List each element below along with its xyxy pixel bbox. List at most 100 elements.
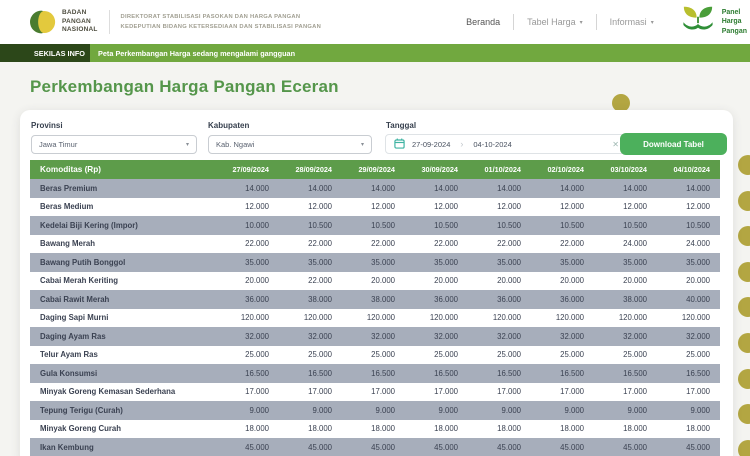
price-cell: 45.000 — [686, 442, 710, 452]
price-cell: 25.000 — [686, 350, 710, 360]
commodity-name: Gula Konsumsi — [40, 368, 98, 378]
price-cell: 38.000 — [623, 294, 647, 304]
price-cell: 17.000 — [308, 387, 332, 397]
nav-item-tabel-harga[interactable]: Tabel Harga ▾ — [514, 17, 596, 27]
price-cell: 9.000 — [375, 405, 395, 415]
price-cell: 12.000 — [308, 202, 332, 212]
price-cell: 25.000 — [497, 350, 521, 360]
date-start-value: 27-09-2024 — [412, 139, 451, 149]
table-row: Bawang Putih Bonggol 35.000 35.000 35.000 35… — [30, 253, 720, 272]
nav-item-label: Beranda — [466, 17, 501, 27]
price-cell: 14.000 — [497, 183, 521, 193]
price-cell: 120.000 — [429, 313, 458, 323]
price-cell: 10.500 — [560, 220, 584, 230]
price-cell: 35.000 — [497, 257, 521, 267]
table-row: Cabai Merah Keriting 20.000 22.000 20.000 20… — [30, 271, 720, 290]
price-cell: 16.500 — [245, 368, 269, 378]
price-table-body: Beras Premium 14.000 14.000 14.000 14.000 14.… — [30, 179, 720, 456]
chevron-down-icon: ▾ — [360, 142, 364, 148]
price-cell: 14.000 — [371, 183, 395, 193]
price-cell: 16.500 — [497, 368, 521, 378]
price-cell: 10.500 — [434, 220, 458, 230]
date-column-header: 28/09/2024 — [279, 160, 342, 179]
price-cell: 32.000 — [560, 331, 584, 341]
commodity-name: Tepung Terigu (Curah) — [40, 405, 123, 415]
main-nav: Beranda Tabel Harga ▾ Informasi ▾ — [453, 14, 667, 30]
price-cell: 16.500 — [686, 368, 710, 378]
table-row: Beras Medium 12.000 12.000 12.000 12.000 12.0… — [30, 197, 720, 216]
price-cell: 45.000 — [623, 442, 647, 452]
price-cell: 25.000 — [371, 350, 395, 360]
table-row: Minyak Goreng Kemasan Sederhana 17.000 17.… — [30, 382, 720, 401]
provinsi-label: Provinsi — [31, 121, 63, 130]
price-cell: 120.000 — [240, 313, 269, 323]
ticker-label: SEKILAS INFO — [0, 44, 90, 62]
price-cell: 9.000 — [249, 405, 269, 415]
price-cell: 18.000 — [623, 424, 647, 434]
table-header-row: Komoditas (Rp) 27/09/2024 28/09/2024 29/09… — [30, 160, 720, 179]
panel-harga-pangan-logo[interactable]: Panel Harga Pangan — [679, 4, 747, 40]
commodity-name: Beras Medium — [40, 202, 94, 212]
price-cell: 16.500 — [308, 368, 332, 378]
provinsi-select[interactable]: Jawa Timur ▾ — [31, 135, 197, 154]
price-cell: 9.000 — [627, 405, 647, 415]
date-range-input[interactable]: 27-09-2024 › 04-10-2024 ✕ — [385, 134, 628, 154]
calendar-icon — [394, 138, 405, 151]
decorative-dot — [738, 333, 750, 353]
table-row: Kedelai Biji Kering (Impor) 10.000 10.500 1… — [30, 216, 720, 235]
date-column-header: 02/10/2024 — [531, 160, 594, 179]
price-cell: 24.000 — [623, 239, 647, 249]
price-cell: 17.000 — [434, 387, 458, 397]
download-table-button[interactable]: Download Tabel — [620, 133, 727, 155]
table-row: Ikan Kembung 45.000 45.000 45.000 45.000 45.0… — [30, 438, 720, 456]
nav-item-informasi[interactable]: Informasi ▾ — [597, 17, 667, 27]
price-cell: 35.000 — [560, 257, 584, 267]
price-cell: 45.000 — [308, 442, 332, 452]
commodity-name: Kedelai Biji Kering (Impor) — [40, 220, 138, 230]
table-row: Daging Ayam Ras 32.000 32.000 32.000 32.000 3… — [30, 327, 720, 346]
price-cell: 20.000 — [560, 276, 584, 286]
top-header: BADAN PANGAN NASIONAL DIREKTORAT STABILI… — [0, 0, 750, 44]
price-cell: 32.000 — [308, 331, 332, 341]
tanggal-label: Tanggal — [386, 121, 417, 130]
commodity-name: Beras Premium — [40, 183, 98, 193]
price-cell: 18.000 — [371, 424, 395, 434]
price-cell: 14.000 — [623, 183, 647, 193]
price-cell: 18.000 — [497, 424, 521, 434]
price-cell: 18.000 — [560, 424, 584, 434]
commodity-name: Minyak Goreng Kemasan Sederhana — [40, 387, 176, 397]
price-cell: 12.000 — [434, 202, 458, 212]
price-cell: 35.000 — [308, 257, 332, 267]
price-cell: 14.000 — [560, 183, 584, 193]
price-cell: 18.000 — [686, 424, 710, 434]
price-cell: 40.000 — [686, 294, 710, 304]
chevron-right-icon: › — [460, 139, 464, 149]
price-cell: 22.000 — [245, 239, 269, 249]
price-cell: 32.000 — [434, 331, 458, 341]
price-cell: 32.000 — [623, 331, 647, 341]
commodity-name: Cabai Merah Keriting — [40, 276, 118, 286]
price-cell: 32.000 — [371, 331, 395, 341]
price-cell: 25.000 — [308, 350, 332, 360]
nav-item-beranda[interactable]: Beranda — [453, 17, 513, 27]
clear-date-icon[interactable]: ✕ — [612, 140, 619, 149]
price-cell: 38.000 — [308, 294, 332, 304]
price-cell: 35.000 — [686, 257, 710, 267]
price-cell: 36.000 — [245, 294, 269, 304]
decorative-dot — [738, 404, 750, 425]
chevron-down-icon: ▾ — [185, 142, 189, 148]
price-cell: 120.000 — [366, 313, 395, 323]
header-divider — [108, 10, 110, 34]
price-cell: 18.000 — [308, 424, 332, 434]
price-cell: 18.000 — [434, 424, 458, 434]
price-cell: 10.500 — [371, 220, 395, 230]
price-cell: 9.000 — [438, 405, 458, 415]
price-cell: 32.000 — [497, 331, 521, 341]
price-cell: 25.000 — [560, 350, 584, 360]
price-cell: 35.000 — [434, 257, 458, 267]
table-row: Cabai Rawit Merah 36.000 38.000 38.000 36.00… — [30, 290, 720, 309]
price-cell: 22.000 — [434, 239, 458, 249]
price-cell: 120.000 — [681, 313, 710, 323]
kabupaten-select[interactable]: Kab. Ngawi ▾ — [208, 135, 372, 154]
price-table: Komoditas (Rp) 27/09/2024 28/09/2024 29/09… — [30, 160, 720, 456]
